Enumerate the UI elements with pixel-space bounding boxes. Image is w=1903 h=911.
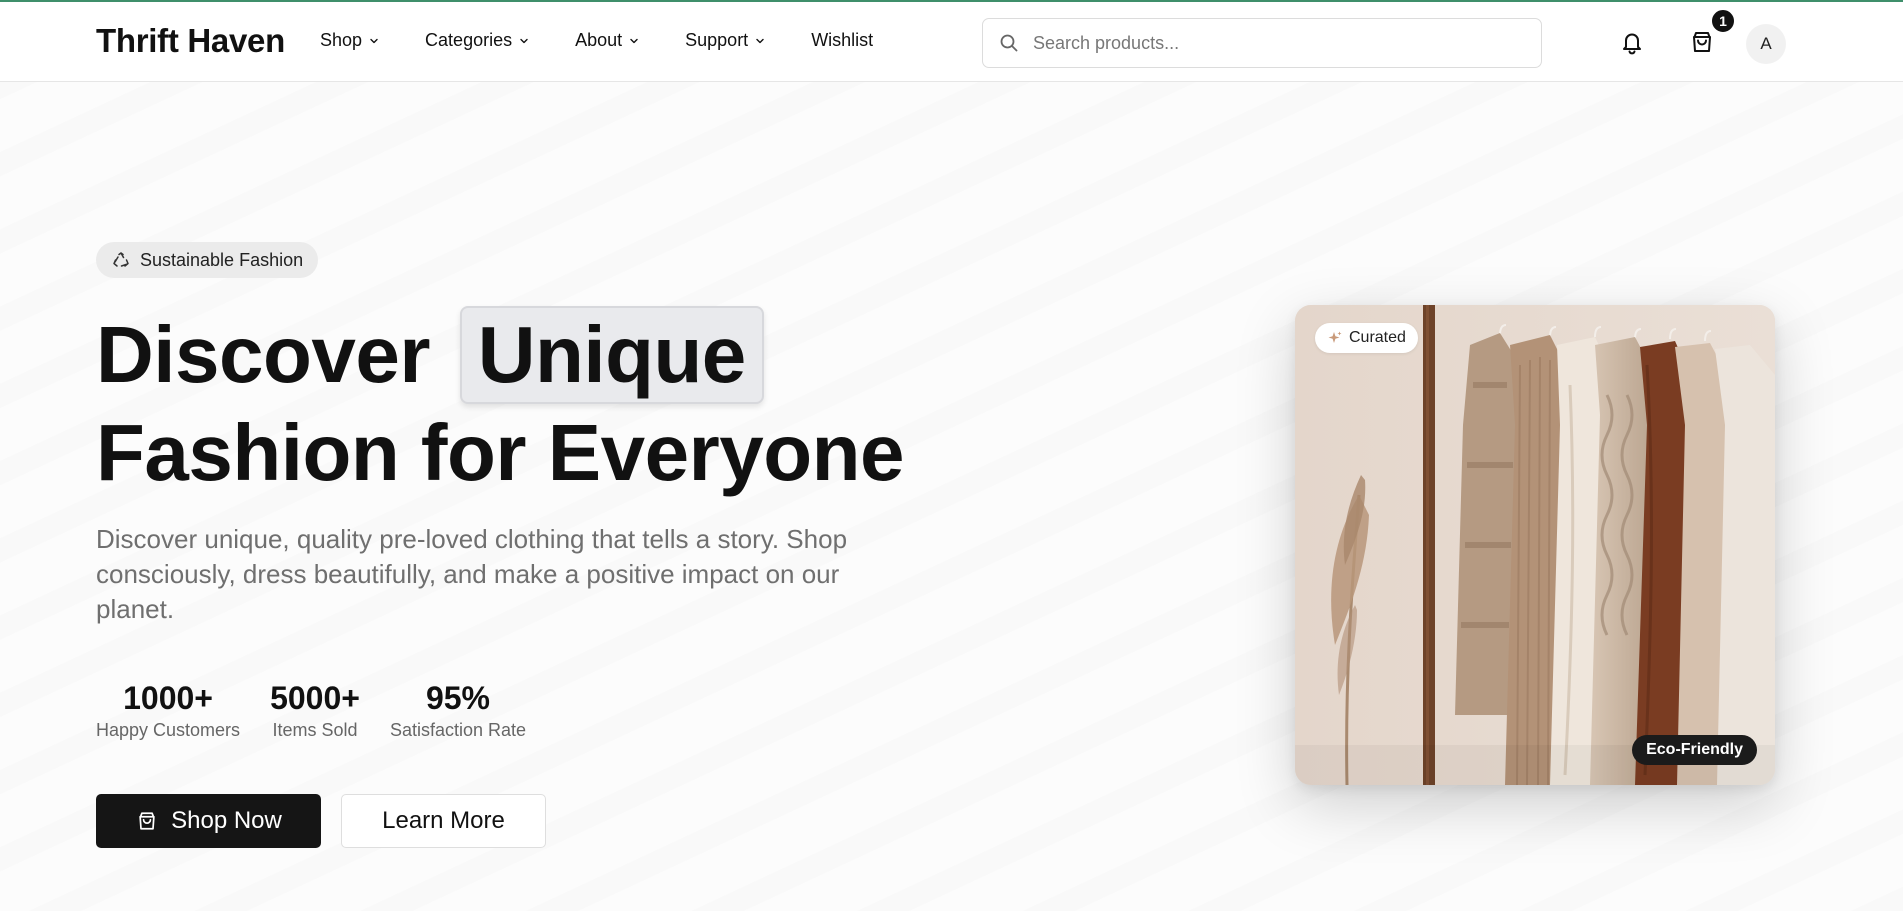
search-bar	[982, 18, 1542, 68]
sustainable-fashion-pill: Sustainable Fashion	[96, 242, 319, 278]
headline-line-2: Fashion for Everyone	[96, 408, 904, 497]
nav-item-label: Categories	[425, 30, 513, 50]
curated-label: Curated	[1349, 329, 1406, 346]
stat-label: Items Sold	[272, 720, 358, 740]
stat-value: 95%	[425, 680, 490, 716]
nav-item-label: Wishlist	[811, 30, 874, 50]
chevron-down-icon	[520, 38, 528, 43]
user-avatar[interactable]: A	[1746, 24, 1786, 64]
stat-satisfaction-rate: 95% Satisfaction Rate	[390, 678, 526, 741]
clothing-rack-photo	[1295, 305, 1775, 785]
headline-part-1: Discover	[96, 310, 430, 399]
headline-line-1: Discover Unique	[96, 306, 996, 404]
shopping-bag-icon[interactable]	[1688, 28, 1716, 56]
nav-item-categories[interactable]: Categories	[425, 30, 529, 51]
search-input[interactable]	[1033, 32, 1513, 54]
nav-item-label: About	[575, 30, 623, 50]
hero-description: Discover unique, quality pre-loved cloth…	[96, 524, 848, 624]
sparkles-icon	[1328, 331, 1342, 343]
hero-image-card: Curated Eco-Friendly	[1295, 305, 1775, 785]
chevron-down-icon	[756, 38, 764, 43]
headline-highlight: Unique	[459, 306, 764, 404]
pill-label: Sustainable Fashion	[140, 249, 304, 270]
top-navbar: Thrift Haven Shop Categories About Suppo…	[0, 0, 1903, 82]
stat-value: 1000+	[123, 680, 213, 716]
brand-logo[interactable]: Thrift Haven	[96, 22, 285, 60]
cart-count-badge: 1	[1710, 8, 1736, 34]
shopping-bag-icon	[139, 812, 155, 830]
nav-item-support[interactable]: Support	[685, 30, 765, 51]
stats-row: 1000+ Happy Customers 5000+ Items Sold 9…	[96, 678, 556, 741]
chevron-down-icon	[370, 38, 378, 43]
recycle-icon	[113, 252, 129, 267]
bell-icon[interactable]	[1618, 28, 1646, 56]
nav-item-about[interactable]: About	[575, 30, 639, 51]
stat-items-sold: 5000+ Items Sold	[270, 678, 360, 741]
stat-value: 5000+	[270, 680, 360, 716]
chevron-down-icon	[630, 38, 638, 43]
shop-now-button[interactable]: Shop Now	[96, 794, 321, 848]
button-label: Shop Now	[171, 807, 282, 834]
nav-item-shop[interactable]: Shop	[320, 30, 379, 51]
nav-item-wishlist[interactable]: Wishlist	[811, 30, 873, 51]
stat-happy-customers: 1000+ Happy Customers	[96, 678, 240, 741]
curated-badge: Curated	[1315, 323, 1418, 353]
stat-label: Satisfaction Rate	[389, 720, 527, 740]
hero-headline: Discover Unique Fashion for Everyone	[96, 306, 996, 502]
learn-more-button[interactable]: Learn More	[341, 794, 546, 848]
stat-label: Happy Customers	[96, 720, 241, 740]
nav-item-label: Shop	[320, 30, 363, 50]
nav-item-label: Support	[685, 30, 749, 50]
search-icon	[1000, 34, 1018, 52]
main-nav: Shop Categories About Support Wishlist	[320, 30, 919, 51]
eco-friendly-badge: Eco-Friendly	[1632, 735, 1757, 765]
